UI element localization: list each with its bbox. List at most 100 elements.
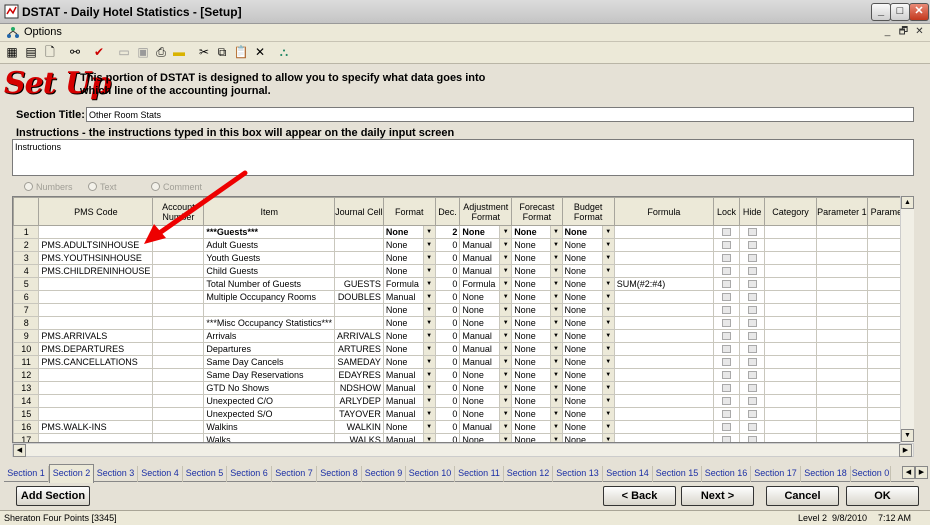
table-cell[interactable]	[38, 225, 154, 239]
dropdown-cell[interactable]: Manual ▼	[459, 329, 513, 343]
chevron-down-icon[interactable]: ▼	[601, 226, 614, 238]
chevron-down-icon[interactable]: ▼	[549, 421, 562, 433]
table-cell[interactable]	[764, 303, 817, 317]
dropdown-cell[interactable]: None ▼	[511, 277, 563, 291]
table-cell[interactable]: PMS.ARRIVALS	[38, 329, 154, 343]
chevron-down-icon[interactable]: ▼	[499, 408, 511, 420]
dropdown-cell[interactable]: Manual ▼	[382, 407, 436, 421]
table-cell[interactable]	[333, 251, 384, 265]
table-row[interactable]: 5 Total Number of Guests GUESTS Formula ▼ 0 Fo…	[13, 277, 913, 291]
table-cell[interactable]	[38, 407, 154, 421]
chevron-down-icon[interactable]: ▼	[422, 382, 435, 394]
table-cell[interactable]: GUESTS	[333, 277, 384, 291]
checkbox[interactable]	[747, 371, 757, 380]
chevron-down-icon[interactable]: ▼	[549, 408, 562, 420]
hide-checkbox[interactable]	[738, 420, 766, 434]
chevron-down-icon[interactable]: ▼	[601, 356, 614, 368]
tab-section-12[interactable]: Section 12	[504, 466, 553, 482]
table-cell[interactable]	[613, 368, 715, 382]
column-header[interactable]: Format	[382, 197, 436, 226]
table-cell[interactable]	[203, 303, 335, 317]
tab-section-8[interactable]: Section 8	[317, 466, 362, 482]
table-cell[interactable]	[613, 303, 715, 317]
row-number[interactable]: 16	[13, 420, 40, 434]
table-cell[interactable]: GTD No Shows	[203, 381, 335, 395]
highlight-icon[interactable]: ▬	[170, 44, 188, 61]
grid-horizontal-scrollbar[interactable]: ◀ ▶	[12, 443, 914, 457]
chevron-down-icon[interactable]: ▼	[549, 395, 562, 407]
table-cell[interactable]	[764, 407, 817, 421]
chevron-down-icon[interactable]: ▼	[422, 408, 435, 420]
hide-checkbox[interactable]	[738, 342, 766, 356]
table-cell[interactable]: Same Day Reservations	[203, 368, 335, 382]
checkbox[interactable]	[721, 384, 731, 393]
table-row[interactable]: 14 Unexpected C/O ARLYDEP Manual ▼ 0 None ▼ None…	[13, 394, 913, 408]
table-cell[interactable]: Walks	[203, 433, 335, 442]
table-cell[interactable]	[764, 420, 817, 434]
table-cell[interactable]	[815, 225, 869, 239]
table-cell[interactable]: Same Day Cancels	[203, 355, 335, 369]
table-row[interactable]: 13 GTD No Shows NDSHOW Manual ▼ 0 None ▼ None ▼ No…	[13, 381, 913, 395]
lock-checkbox[interactable]	[713, 381, 740, 395]
chevron-down-icon[interactable]: ▼	[422, 278, 435, 290]
dropdown-cell[interactable]: None ▼	[561, 355, 615, 369]
hide-checkbox[interactable]	[738, 303, 766, 317]
dropdown-cell[interactable]: Manual ▼	[382, 433, 436, 442]
table-cell[interactable]: ARTURES	[333, 342, 384, 356]
table-cell[interactable]	[613, 420, 715, 434]
lock-checkbox[interactable]	[713, 290, 740, 304]
tab-section-1[interactable]: Section 1	[4, 466, 49, 482]
chevron-down-icon[interactable]: ▼	[422, 226, 435, 238]
table-row[interactable]: 17 Walks WALKS Manual ▼ 0 None ▼ None ▼ None ▼	[13, 433, 913, 442]
checkbox[interactable]	[747, 228, 757, 237]
checkbox[interactable]	[747, 241, 757, 250]
close-button[interactable]: ✕	[909, 3, 929, 21]
dropdown-cell[interactable]: None ▼	[561, 316, 615, 330]
back-button[interactable]: < Back	[603, 486, 676, 506]
table-row[interactable]: 11 PMS.CANCELLATIONS Same Day Cancels SAMED…	[13, 355, 913, 369]
table-cell[interactable]	[815, 342, 869, 356]
dropdown-cell[interactable]: None ▼	[382, 342, 436, 356]
chevron-down-icon[interactable]: ▼	[549, 304, 562, 316]
checkbox[interactable]	[747, 267, 757, 276]
dropdown-cell[interactable]: None ▼	[382, 251, 436, 265]
checkbox[interactable]	[721, 410, 731, 419]
row-number[interactable]: 3	[13, 251, 40, 265]
dropdown-cell[interactable]: Manual ▼	[459, 342, 513, 356]
table-row[interactable]: 8 ***Misc Occupancy Statistics*** None ▼ 0 No…	[13, 316, 913, 330]
chevron-down-icon[interactable]: ▼	[422, 252, 435, 264]
chevron-down-icon[interactable]: ▼	[549, 239, 562, 251]
table-cell[interactable]	[815, 264, 869, 278]
dropdown-cell[interactable]: Manual ▼	[382, 368, 436, 382]
table-row[interactable]: 12 Same Day Reservations EDAYRES Manual ▼ 0 No…	[13, 368, 913, 382]
dropdown-cell[interactable]: None ▼	[561, 420, 615, 434]
dropdown-cell[interactable]: None ▼	[561, 290, 615, 304]
column-header[interactable]: Forecast Format	[511, 197, 563, 226]
chevron-down-icon[interactable]: ▼	[549, 265, 562, 277]
chevron-down-icon[interactable]: ▼	[499, 356, 511, 368]
chevron-down-icon[interactable]: ▼	[601, 291, 614, 303]
table-cell[interactable]: PMS.CANCELLATIONS	[38, 355, 154, 369]
dropdown-cell[interactable]: None ▼	[511, 290, 563, 304]
dropdown-cell[interactable]: None ▼	[561, 381, 615, 395]
table-cell[interactable]: 0	[434, 290, 461, 304]
table-cell[interactable]	[613, 355, 715, 369]
checkbox[interactable]	[747, 280, 757, 289]
table-cell[interactable]	[613, 316, 715, 330]
maximize-button[interactable]: □	[890, 3, 910, 21]
checkbox[interactable]	[721, 371, 731, 380]
table-cell[interactable]: PMS.CHILDRENINHOUSE	[38, 264, 154, 278]
print-icon[interactable]: ⎙	[152, 44, 170, 61]
table-cell[interactable]: 2	[434, 225, 461, 239]
table-cell[interactable]	[333, 264, 384, 278]
row-number[interactable]: 13	[13, 381, 40, 395]
scroll-right-button[interactable]: ▶	[899, 444, 912, 457]
column-header[interactable]: Parameter 1	[815, 197, 869, 226]
lock-checkbox[interactable]	[713, 303, 740, 317]
checkbox[interactable]	[747, 358, 757, 367]
dropdown-cell[interactable]: None ▼	[511, 433, 563, 442]
delete-icon[interactable]: ✕	[251, 44, 269, 61]
row-number[interactable]: 1	[13, 225, 40, 239]
dropdown-cell[interactable]: None ▼	[561, 433, 615, 442]
table-cell[interactable]: 0	[434, 342, 461, 356]
